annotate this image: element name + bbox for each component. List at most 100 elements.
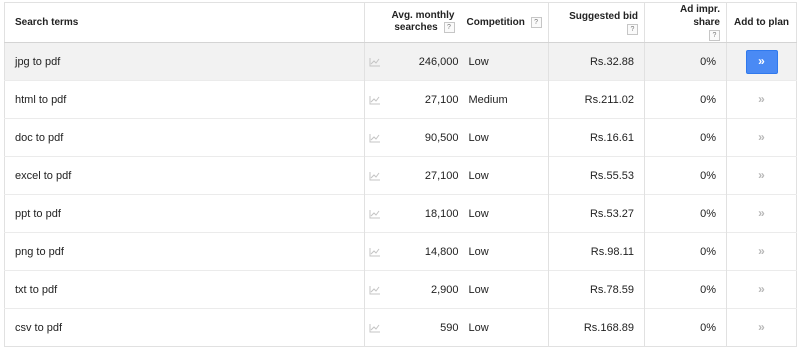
add-to-plan-button[interactable]: » bbox=[746, 126, 778, 150]
ad-impr-share-value: 0% bbox=[700, 93, 716, 106]
competition-value: Low bbox=[468, 131, 489, 144]
table-body: jpg to pdf 246,000 Low Rs.32.88 0% » html to p… bbox=[4, 42, 797, 347]
help-icon[interactable]: ? bbox=[530, 16, 542, 28]
trend-chart-icon[interactable] bbox=[369, 133, 381, 143]
suggested-bid-cell: Rs.78.59 bbox=[548, 270, 645, 309]
suggested-bid-value: Rs.78.59 bbox=[589, 283, 634, 296]
search-term-text: excel to pdf bbox=[15, 169, 72, 182]
suggested-bid-cell: Rs.98.11 bbox=[548, 232, 645, 271]
table-row: csv to pdf 590 Low Rs.168.89 0% » bbox=[4, 308, 797, 347]
help-icon[interactable]: ? bbox=[443, 22, 455, 34]
trend-cell[interactable] bbox=[364, 42, 391, 81]
table-row: doc to pdf 90,500 Low Rs.16.61 0% » bbox=[4, 118, 797, 157]
trend-cell[interactable] bbox=[364, 270, 391, 309]
trend-chart-icon[interactable] bbox=[369, 95, 381, 105]
search-term-text: txt to pdf bbox=[15, 283, 58, 296]
add-to-plan-cell: » bbox=[726, 42, 797, 81]
trend-cell[interactable] bbox=[364, 232, 391, 271]
search-term-cell[interactable]: ppt to pdf bbox=[4, 194, 365, 233]
header-competition-label: Competition bbox=[466, 17, 525, 29]
header-avg-monthly-searches[interactable]: Avg. monthly searches ? bbox=[364, 2, 461, 43]
trend-chart-icon[interactable] bbox=[369, 247, 381, 257]
add-to-plan-button[interactable]: » bbox=[746, 278, 778, 302]
avg-monthly-searches-cell: 590 bbox=[390, 308, 461, 347]
ad-impr-share-cell: 0% bbox=[644, 118, 727, 157]
avg-monthly-searches-cell: 90,500 bbox=[390, 118, 461, 157]
search-term-cell[interactable]: jpg to pdf bbox=[4, 42, 365, 81]
help-icon[interactable]: ? bbox=[627, 23, 638, 35]
trend-cell[interactable] bbox=[364, 80, 391, 119]
suggested-bid-cell: Rs.168.89 bbox=[548, 308, 645, 347]
trend-cell[interactable] bbox=[364, 308, 391, 347]
competition-cell: Medium bbox=[460, 80, 549, 119]
competition-cell: Low bbox=[460, 118, 549, 157]
header-ad-impr-share[interactable]: Ad impr. share ? bbox=[644, 2, 727, 43]
add-to-plan-button[interactable]: » bbox=[746, 240, 778, 264]
table-row: ppt to pdf 18,100 Low Rs.53.27 0% » bbox=[4, 194, 797, 233]
trend-chart-icon[interactable] bbox=[369, 209, 381, 219]
search-term-cell[interactable]: txt to pdf bbox=[4, 270, 365, 309]
ad-impr-share-value: 0% bbox=[700, 55, 716, 68]
add-to-plan-cell: » bbox=[726, 156, 797, 195]
trend-chart-icon[interactable] bbox=[369, 57, 381, 67]
header-search-terms[interactable]: Search terms bbox=[4, 2, 365, 43]
avg-monthly-searches-value: 2,900 bbox=[430, 283, 459, 296]
suggested-bid-cell: Rs.53.27 bbox=[548, 194, 645, 233]
trend-cell[interactable] bbox=[364, 156, 391, 195]
ad-impr-share-cell: 0% bbox=[644, 270, 727, 309]
search-term-cell[interactable]: excel to pdf bbox=[4, 156, 365, 195]
table-row: png to pdf 14,800 Low Rs.98.11 0% » bbox=[4, 232, 797, 271]
avg-monthly-searches-value: 18,100 bbox=[424, 207, 459, 220]
add-to-plan-button[interactable]: » bbox=[746, 316, 778, 340]
search-term-cell[interactable]: csv to pdf bbox=[4, 308, 365, 347]
avg-monthly-searches-value: 27,100 bbox=[424, 169, 459, 182]
avg-monthly-searches-cell: 14,800 bbox=[390, 232, 461, 271]
suggested-bid-value: Rs.168.89 bbox=[583, 321, 634, 334]
trend-cell[interactable] bbox=[364, 118, 391, 157]
header-avg-label-line2: searches bbox=[394, 22, 438, 34]
suggested-bid-value: Rs.32.88 bbox=[589, 55, 634, 68]
ad-impr-share-value: 0% bbox=[700, 321, 716, 334]
avg-monthly-searches-cell: 27,100 bbox=[390, 80, 461, 119]
search-term-cell[interactable]: doc to pdf bbox=[4, 118, 365, 157]
search-term-text: png to pdf bbox=[15, 245, 64, 258]
add-to-plan-button[interactable]: » bbox=[745, 49, 778, 74]
ad-impr-share-cell: 0% bbox=[644, 308, 727, 347]
trend-chart-icon[interactable] bbox=[369, 323, 381, 333]
add-to-plan-button[interactable]: » bbox=[746, 88, 778, 112]
ad-impr-share-cell: 0% bbox=[644, 232, 727, 271]
trend-cell[interactable] bbox=[364, 194, 391, 233]
add-to-plan-button[interactable]: » bbox=[746, 164, 778, 188]
search-term-text: ppt to pdf bbox=[15, 207, 61, 220]
add-to-plan-button[interactable]: » bbox=[746, 202, 778, 226]
suggested-bid-value: Rs.53.27 bbox=[589, 207, 634, 220]
competition-value: Low bbox=[468, 55, 489, 68]
add-to-plan-cell: » bbox=[726, 80, 797, 119]
table-row: jpg to pdf 246,000 Low Rs.32.88 0% » bbox=[4, 42, 797, 81]
trend-chart-icon[interactable] bbox=[369, 171, 381, 181]
trend-chart-icon[interactable] bbox=[369, 285, 381, 295]
avg-monthly-searches-value: 246,000 bbox=[418, 55, 459, 68]
search-term-cell[interactable]: png to pdf bbox=[4, 232, 365, 271]
ad-impr-share-cell: 0% bbox=[644, 42, 727, 81]
competition-value: Low bbox=[468, 321, 489, 334]
help-icon[interactable]: ? bbox=[709, 30, 720, 42]
header-avg-label-line1: Avg. monthly bbox=[391, 10, 455, 22]
add-to-plan-cell: » bbox=[726, 194, 797, 233]
table-row: txt to pdf 2,900 Low Rs.78.59 0% » bbox=[4, 270, 797, 309]
avg-monthly-searches-cell: 18,100 bbox=[390, 194, 461, 233]
add-to-plan-cell: » bbox=[726, 308, 797, 347]
table-row: excel to pdf 27,100 Low Rs.55.53 0% » bbox=[4, 156, 797, 195]
header-suggested-bid[interactable]: Suggested bid ? bbox=[548, 2, 645, 43]
competition-cell: Low bbox=[460, 42, 549, 81]
header-search-terms-label: Search terms bbox=[15, 17, 79, 28]
avg-monthly-searches-value: 590 bbox=[440, 321, 459, 334]
competition-cell: Low bbox=[460, 270, 549, 309]
search-term-text: html to pdf bbox=[15, 93, 67, 106]
competition-value: Low bbox=[468, 245, 489, 258]
competition-cell: Low bbox=[460, 194, 549, 233]
search-term-cell[interactable]: html to pdf bbox=[4, 80, 365, 119]
suggested-bid-cell: Rs.16.61 bbox=[548, 118, 645, 157]
table-row: html to pdf 27,100 Medium Rs.211.02 0% » bbox=[4, 80, 797, 119]
header-competition[interactable]: Competition ? bbox=[460, 2, 549, 43]
